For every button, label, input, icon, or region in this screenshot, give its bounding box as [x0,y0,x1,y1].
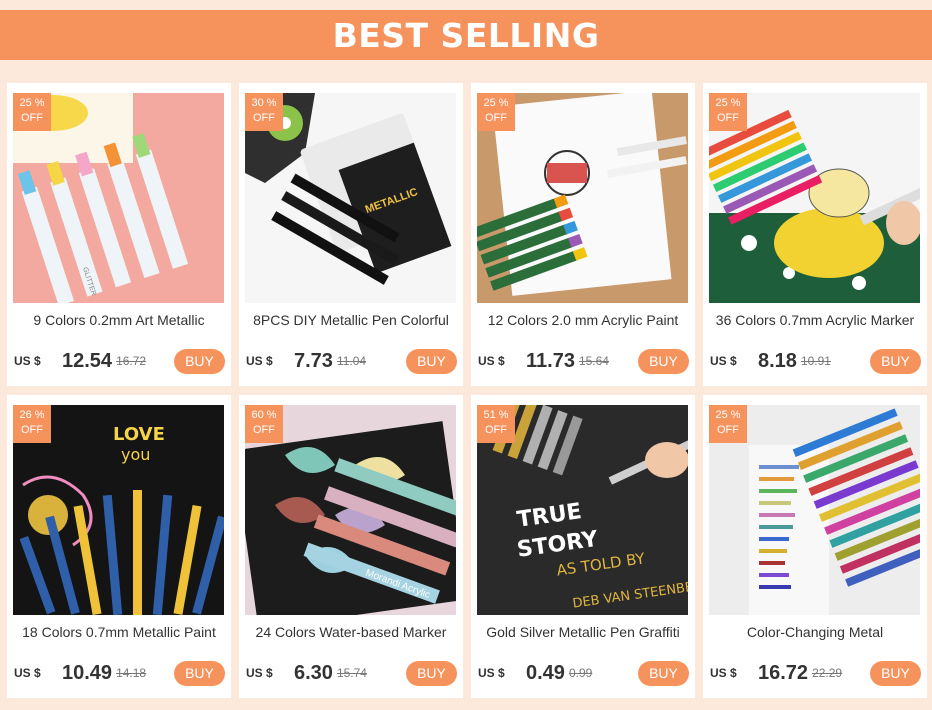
sale-price: 0.49 [526,661,565,684]
original-price: 15.74 [336,666,367,680]
sale-price: 8.18 [758,349,797,372]
price-row: US $ 7.73 11.04 BUY [246,347,457,375]
discount-off-label: OFF [21,424,43,436]
currency-label: US $ [14,354,41,368]
currency-label: US $ [246,666,273,680]
currency-label: US $ [478,354,505,368]
sale-price: 12.54 [62,349,113,372]
original-price: 14.18 [116,666,147,680]
product-name[interactable]: 24 Colors Water-based Marker [243,624,459,640]
price-row: US $ 0.49 0.99 BUY [478,659,689,687]
discount-percent: 25 % [19,97,45,109]
discount-percent: 25 % [715,97,741,109]
discount-percent: 60 % [251,409,277,421]
best-selling-banner: BEST SELLING [0,10,932,60]
discount-percent: 51 % [483,409,509,421]
buy-button[interactable]: BUY [870,660,921,686]
discount-badge: 30 % OFF [245,93,283,131]
currency-label: US $ [478,666,505,680]
product-name[interactable]: 36 Colors 0.7mm Acrylic Marker [707,312,923,328]
price-row: US $ 11.73 15.64 BUY [478,347,689,375]
discount-percent: 26 % [19,409,45,421]
sale-price: 10.49 [62,661,113,684]
discount-off-label: OFF [253,112,275,124]
sale-price: 7.73 [294,349,333,372]
currency-label: US $ [710,666,737,680]
sale-price: 16.72 [758,661,809,684]
product-name[interactable]: 9 Colors 0.2mm Art Metallic [11,312,227,328]
discount-off-label: OFF [717,112,739,124]
sale-price: 6.30 [294,661,333,684]
buy-button[interactable]: BUY [406,660,457,686]
discount-off-label: OFF [485,424,507,436]
discount-off-label: OFF [485,112,507,124]
banner-title: BEST SELLING [332,15,600,55]
discount-badge: 25 % OFF [13,93,51,131]
buy-button[interactable]: BUY [638,660,689,686]
buy-button[interactable]: BUY [870,348,921,374]
buy-button[interactable]: BUY [174,348,225,374]
product-card[interactable]: 25 % OFF 36 Colors 0.7mm Acrylic Marker … [703,83,927,386]
buy-button[interactable]: BUY [638,348,689,374]
product-name[interactable]: Color-Changing Metal [707,624,923,640]
currency-label: US $ [246,354,273,368]
original-price: 16.72 [116,354,147,368]
sale-price: 11.73 [526,349,575,372]
buy-button[interactable]: BUY [406,348,457,374]
original-price: 10.91 [800,354,831,368]
product-card[interactable]: 25 % OFF 12 Colors 2.0 mm Acrylic Paint … [471,83,695,386]
discount-off-label: OFF [253,424,275,436]
discount-badge: 25 % OFF [709,93,747,131]
discount-badge: 26 % OFF [13,405,51,443]
you-text: you [121,445,150,464]
discount-badge: 51 % OFF [477,405,515,443]
discount-percent: 25 % [715,409,741,421]
discount-percent: 25 % [483,97,509,109]
original-price: 11.04 [336,354,367,368]
product-name[interactable]: Gold Silver Metallic Pen Graffiti [475,624,691,640]
product-card[interactable]: Morandi Acrylic 60 % OFF 24 Colors Water… [239,395,463,698]
currency-label: US $ [14,666,41,680]
price-row: US $ 16.72 22.29 BUY [710,659,921,687]
price-row: US $ 8.18 10.91 BUY [710,347,921,375]
original-price: 0.99 [568,666,593,680]
original-price: 22.29 [812,666,843,680]
product-card[interactable]: TRUE STORY AS TOLD BY DEB VAN STEENBE 51… [471,395,695,698]
product-card[interactable]: METALLIC 30 % OFF 8PCS DIY Metallic Pen … [239,83,463,386]
currency-label: US $ [710,354,737,368]
discount-percent: 30 % [251,97,277,109]
product-name[interactable]: 12 Colors 2.0 mm Acrylic Paint [475,312,691,328]
discount-off-label: OFF [21,112,43,124]
discount-badge: 25 % OFF [477,93,515,131]
discount-off-label: OFF [717,424,739,436]
product-card[interactable]: 25 % OFF Color-Changing Metal US $ 16.72… [703,395,927,698]
price-row: US $ 10.49 14.18 BUY [14,659,225,687]
price-row: US $ 12.54 16.72 BUY [14,347,225,375]
product-name[interactable]: 18 Colors 0.7mm Metallic Paint [11,624,227,640]
original-price: 15.64 [578,354,609,368]
price-row: US $ 6.30 15.74 BUY [246,659,457,687]
discount-badge: 25 % OFF [709,405,747,443]
buy-button[interactable]: BUY [174,660,225,686]
discount-badge: 60 % OFF [245,405,283,443]
product-card[interactable]: GLITTER 25 % OFF 9 Colors 0.2mm Art Meta… [7,83,231,386]
product-card[interactable]: LOVE you 26 % OFF 18 Colors 0.7mm Metall… [7,395,231,698]
love-text: LOVE [113,424,165,445]
product-grid: GLITTER 25 % OFF 9 Colors 0.2mm Art Meta… [7,83,927,698]
product-name[interactable]: 8PCS DIY Metallic Pen Colorful [243,312,459,328]
